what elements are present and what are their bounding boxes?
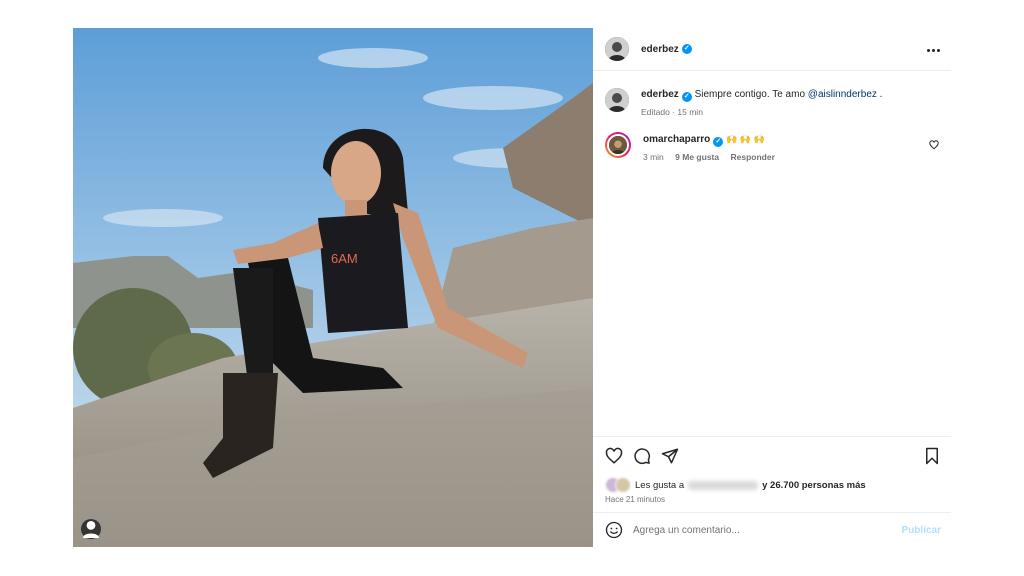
likes-summary[interactable]: Les gusta a y 26.700 personas más [605,477,866,493]
post-timestamp[interactable]: Hace 21 minutos [605,495,665,504]
comment-item: omarchaparro ✓ 🙌 🙌 🙌 3 min 9 Me gusta Res… [605,132,939,164]
comment-text: 🙌 🙌 🙌 [726,134,765,144]
liker-avatars [605,477,631,493]
like-icon[interactable] [605,447,623,465]
reply-button[interactable]: Responder [730,152,774,162]
caption-age[interactable]: 15 min [677,107,703,117]
author-username[interactable]: ederbez [641,44,679,55]
post-image: 6AM [73,28,593,547]
post-photo[interactable]: 6AM [73,28,593,547]
commenter-avatar[interactable] [605,132,631,158]
comment-input[interactable] [633,524,883,536]
post-actions: Les gusta a y 26.700 personas más Hace 2… [593,436,951,512]
comment-age[interactable]: 3 min [643,152,664,162]
comment-like-icon[interactable] [929,140,939,150]
caption-avatar[interactable] [605,88,629,112]
caption-username[interactable]: ederbez [641,89,679,100]
caption-end: . [876,89,883,100]
post-caption: ederbez ✓ Siempre contigo. Te amo @aislin… [605,88,939,119]
comment-likes[interactable]: 9 Me gusta [675,152,719,162]
edited-label: Editado [641,107,670,117]
likes-suffix[interactable]: y 26.700 personas más [762,480,866,491]
tagged-user-icon[interactable] [81,519,101,539]
verified-badge-icon: ✓ [713,137,724,147]
comment-composer: Publicar [593,512,951,547]
likes-prefix: Les gusta a [635,479,685,491]
publish-button[interactable]: Publicar [902,525,941,536]
emoji-icon[interactable] [605,521,623,539]
shirt-logo: 6AM [331,251,358,266]
caption-text: Siempre contigo. Te amo [694,89,808,100]
post-side-panel: ederbez ✓ ederbez ✓ Siempre contigo. Te a… [593,28,951,547]
caption-meta: Editado · 15 min [641,107,703,117]
post-header: ederbez ✓ [593,28,951,71]
commenter-username[interactable]: omarchaparro [643,134,710,145]
verified-badge-icon: ✓ [681,92,692,102]
comment-icon[interactable] [633,447,651,465]
caption-mention[interactable]: @aislinnderbez [808,89,877,100]
verified-badge-icon: ✓ [681,44,692,54]
comment-meta: 3 min 9 Me gusta Responder [643,150,784,164]
liker-name-blurred[interactable] [688,480,759,490]
author-avatar[interactable] [605,37,629,61]
save-icon[interactable] [923,447,941,465]
share-icon[interactable] [661,447,679,465]
more-options-icon[interactable] [925,42,941,58]
